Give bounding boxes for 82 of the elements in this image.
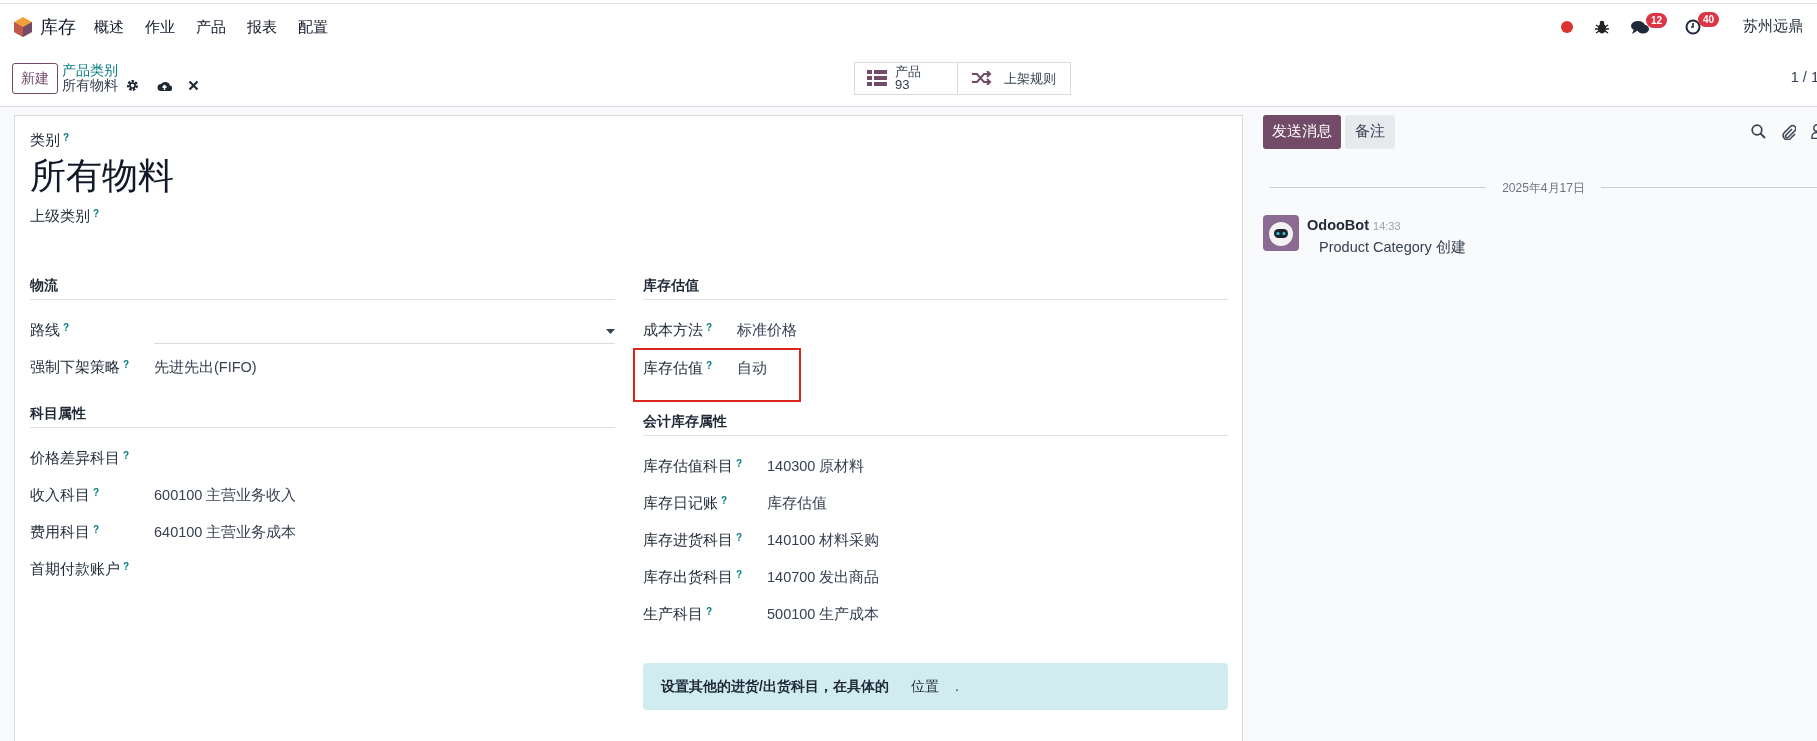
status-dot-icon[interactable] bbox=[1561, 21, 1573, 33]
field-label: 上级类别 bbox=[30, 207, 90, 224]
field-value: 600100 主营业务收入 bbox=[154, 487, 297, 503]
message-author: OdooBot bbox=[1307, 215, 1369, 235]
help-mark[interactable]: ? bbox=[706, 605, 713, 617]
field-label: 库存估值 bbox=[643, 359, 703, 376]
bug-icon[interactable] bbox=[1595, 20, 1609, 34]
help-mark[interactable]: ? bbox=[93, 487, 100, 498]
app-logo-icon[interactable] bbox=[14, 17, 32, 37]
count-badge: 40 bbox=[1697, 12, 1719, 27]
alert-period: . bbox=[954, 677, 959, 694]
settings-icon[interactable] bbox=[126, 79, 139, 92]
menu-item[interactable]: 产品 bbox=[196, 15, 226, 39]
field-label: 首期付款账户 bbox=[30, 561, 120, 577]
company-name[interactable]: 苏州远鼎 bbox=[1743, 16, 1803, 38]
field-label: 库存日记账 bbox=[643, 494, 718, 511]
send-message-button[interactable]: 发送消息 bbox=[1263, 115, 1341, 149]
field-label: 库存进货科目 bbox=[643, 531, 733, 548]
help-mark[interactable]: ? bbox=[721, 494, 728, 506]
shuffle-icon bbox=[972, 71, 992, 85]
message-time: 14:33 bbox=[1373, 218, 1401, 234]
caret-icon bbox=[606, 328, 615, 334]
help-mark[interactable]: ? bbox=[123, 561, 130, 572]
help-mark[interactable]: ? bbox=[63, 132, 70, 143]
field-label: 收入科目 bbox=[30, 487, 90, 503]
cloud-upload-icon[interactable] bbox=[157, 79, 172, 92]
record-name: 所有物料 bbox=[62, 77, 118, 94]
message-body: Product Category 创建 bbox=[1319, 237, 1466, 257]
field-value: 自动 bbox=[737, 359, 767, 376]
field-value: 140700 发出商品 bbox=[767, 568, 880, 585]
menu-item[interactable]: 概述 bbox=[94, 15, 124, 39]
help-mark[interactable]: ? bbox=[123, 450, 130, 461]
search-icon[interactable] bbox=[1751, 124, 1766, 140]
chat-icon[interactable] bbox=[1631, 19, 1649, 35]
help-mark[interactable]: ? bbox=[123, 358, 130, 370]
record-title[interactable]: 所有物料 bbox=[30, 153, 1228, 198]
section-heading: 物流 bbox=[30, 275, 615, 300]
close-icon[interactable] bbox=[188, 80, 199, 91]
field-value: 标准价格 bbox=[737, 321, 797, 338]
field-label: 费用科目 bbox=[30, 524, 90, 540]
field-label: 库存出货科目 bbox=[643, 568, 733, 585]
help-mark[interactable]: ? bbox=[706, 359, 713, 371]
menu-item[interactable]: 作业 bbox=[145, 15, 175, 39]
field-label: 生产科目 bbox=[643, 605, 703, 622]
paperclip-icon[interactable] bbox=[1781, 123, 1796, 140]
alert-text: 设置其他的进货/出货科目，在具体的 bbox=[661, 677, 889, 694]
new-button[interactable]: 新建 bbox=[12, 62, 58, 94]
field-label: 路线 bbox=[30, 321, 60, 338]
date-separator: 2025年4月17日 bbox=[1502, 179, 1585, 197]
products-smart-button[interactable]: 产品 93 bbox=[854, 61, 958, 95]
field-label: 类别 bbox=[30, 132, 60, 148]
putaway-rules-smart-button[interactable]: 上架规则 bbox=[958, 61, 1071, 95]
breadcrumb-link[interactable]: 产品类别 bbox=[62, 62, 199, 78]
section-heading: 会计库存属性 bbox=[643, 411, 1228, 436]
field-value: 140100 材料采购 bbox=[767, 531, 880, 548]
help-mark[interactable]: ? bbox=[63, 321, 70, 333]
menu-item[interactable]: 配置 bbox=[298, 15, 328, 39]
field-label: 强制下架策略 bbox=[30, 358, 120, 375]
location-link[interactable]: 位置 bbox=[910, 677, 939, 694]
help-mark[interactable]: ? bbox=[736, 531, 743, 543]
clock-icon[interactable] bbox=[1685, 19, 1701, 35]
field-label: 价格差异科目 bbox=[30, 450, 120, 466]
section-heading: 库存估值 bbox=[643, 275, 1228, 300]
menu-item[interactable]: 报表 bbox=[247, 15, 277, 39]
help-mark[interactable]: ? bbox=[93, 524, 100, 535]
field-value: 640100 主营业务成本 bbox=[154, 524, 297, 540]
list-icon bbox=[867, 70, 887, 86]
count-badge: 12 bbox=[1645, 12, 1667, 28]
robot-avatar-icon bbox=[1263, 214, 1299, 251]
help-mark[interactable]: ? bbox=[93, 207, 100, 219]
field-value: 先进先出(FIFO) bbox=[154, 358, 257, 375]
help-mark[interactable]: ? bbox=[736, 457, 743, 469]
field-value: 库存估值 bbox=[767, 494, 827, 511]
field-value: 140300 原材料 bbox=[767, 457, 865, 474]
help-mark[interactable]: ? bbox=[736, 568, 743, 580]
section-heading: 科目属性 bbox=[30, 403, 615, 428]
log-note-button[interactable]: 备注 bbox=[1345, 115, 1395, 149]
field-label: 成本方法 bbox=[643, 321, 703, 338]
field-value: 500100 生产成本 bbox=[767, 605, 880, 622]
field-label: 库存估值科目 bbox=[643, 457, 733, 474]
help-mark[interactable]: ? bbox=[706, 321, 713, 333]
app-name[interactable]: 库存 bbox=[40, 13, 76, 41]
